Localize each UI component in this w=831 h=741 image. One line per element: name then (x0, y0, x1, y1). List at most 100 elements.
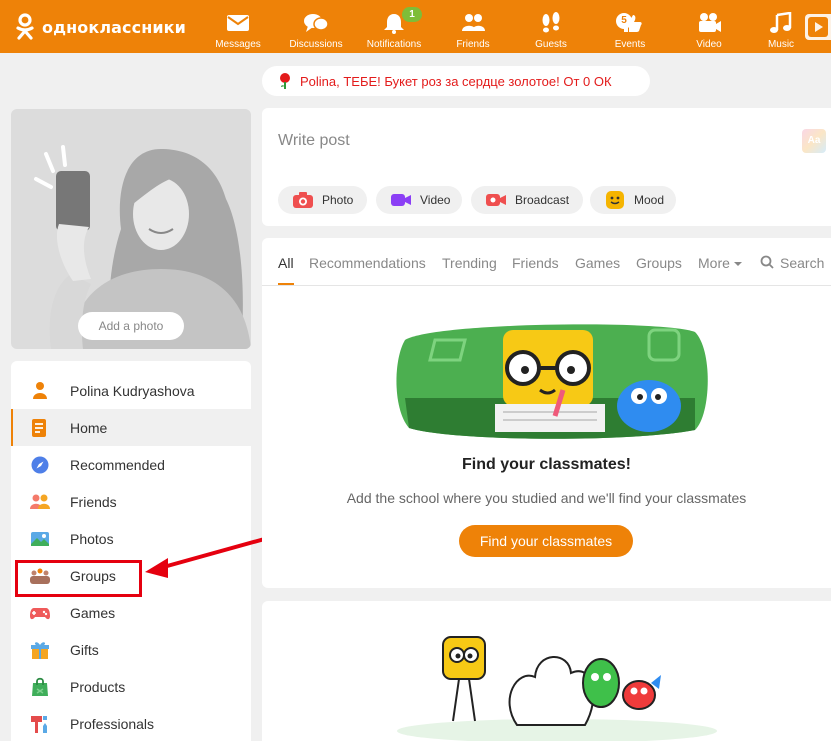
sidebar-item-label: Friends (70, 493, 117, 510)
sidebar-item-label: Products (70, 678, 126, 695)
nav-label: Friends (456, 39, 490, 50)
groups-highlight-box (15, 560, 142, 597)
nav-discussions[interactable]: Discussions (284, 0, 348, 53)
chat-bubbles-icon (304, 14, 329, 32)
compass-icon (31, 456, 49, 473)
promo-banner[interactable]: Polina, ТЕБЕ! Букет роз за сердце золото… (262, 66, 650, 96)
sidebar-item-recommended[interactable]: Recommended (11, 446, 251, 483)
sidebar-item-gifts[interactable]: Gifts (11, 631, 251, 668)
ok-logo-icon (16, 13, 34, 40)
nav-events[interactable]: Events 5 (598, 0, 662, 53)
camera-icon (293, 192, 313, 208)
mood-button[interactable]: Mood (590, 186, 676, 214)
notifications-badge: 1 (402, 7, 422, 22)
nav-messages[interactable]: Messages (206, 0, 270, 53)
feed-tabs: All Recommendations Trending Friends Gam… (262, 238, 831, 286)
gamepad-icon (30, 607, 50, 619)
sidebar-item-label: Games (70, 604, 116, 621)
tab-more[interactable]: More (698, 255, 743, 271)
sidebar-item-profile[interactable]: Polina Kudryashova (11, 372, 251, 409)
search-icon (760, 255, 774, 269)
rose-icon (280, 73, 290, 89)
photo-icon (31, 531, 49, 546)
top-navigation-bar: одноклассники Messages Discussions Notif… (0, 0, 831, 53)
broadcast-button[interactable]: Broadcast (471, 186, 583, 214)
logo-text: одноклассники (42, 17, 186, 37)
find-classmates-button[interactable]: Find your classmates (459, 525, 633, 557)
events-badge: 5 (616, 13, 632, 29)
active-tab-indicator (278, 283, 294, 285)
video-button[interactable]: Video (376, 186, 462, 214)
person-icon (33, 381, 47, 399)
play-icon (808, 17, 828, 37)
tab-groups[interactable]: Groups (636, 255, 682, 271)
sidebar-item-label: Home (70, 419, 108, 436)
tab-trending[interactable]: Trending (442, 255, 497, 271)
nav-label: Notifications (366, 39, 422, 50)
write-post-input[interactable]: Write post (278, 132, 350, 150)
shopping-bag-icon (32, 677, 48, 696)
nav-label: Messages (215, 39, 261, 50)
nav-friends[interactable]: Friends (441, 0, 505, 53)
sidebar-item-label: Recommended (70, 456, 165, 473)
mood-button-label: Mood (634, 193, 665, 207)
friends-icon (30, 494, 50, 509)
sidebar-item-products[interactable]: Products (11, 668, 251, 705)
sidebar-item-friends[interactable]: Friends (11, 483, 251, 520)
nav-guests[interactable]: Guests (519, 0, 583, 53)
tab-recommendations[interactable]: Recommendations (309, 255, 426, 271)
nav-music[interactable]: Music (749, 0, 813, 53)
smiley-icon (606, 191, 624, 209)
nav-label: Discussions (289, 39, 343, 50)
sidebar-item-games[interactable]: Games (11, 594, 251, 631)
video-button-label: Video (420, 193, 451, 207)
nav-label: Video (696, 39, 722, 50)
text-format-icon[interactable]: Aa (802, 129, 826, 153)
video-icon (391, 194, 411, 206)
promo-text: Polina, ТЕБЕ! Букет роз за сердце золото… (300, 73, 612, 89)
classmates-illustration (396, 324, 708, 439)
profile-photo-placeholder[interactable]: Add a photo (11, 109, 251, 349)
sidebar-item-photos[interactable]: Photos (11, 520, 251, 557)
tab-games[interactable]: Games (575, 255, 620, 271)
feed-icon (32, 418, 46, 437)
post-composer: Write post Aa Photo Video Broadcast Mood (262, 108, 831, 226)
sidebar-menu: Polina Kudryashova Home Recommended Frie… (11, 361, 251, 741)
find-classmates-title: Find your classmates! (462, 456, 631, 473)
music-note-icon (770, 12, 792, 33)
broadcast-button-label: Broadcast (515, 193, 570, 207)
tab-friends[interactable]: Friends (512, 255, 559, 271)
sidebar-item-professionals[interactable]: Professionals (11, 705, 251, 741)
tools-icon (31, 715, 47, 733)
tab-search-label: Search (780, 255, 825, 271)
nav-label: Events (614, 39, 646, 50)
sidebar-item-label: Gifts (70, 641, 99, 658)
photo-button[interactable]: Photo (278, 186, 367, 214)
nav-video[interactable]: Video (677, 0, 741, 53)
sidebar-item-label: Photos (70, 530, 114, 547)
nav-label: Guests (535, 39, 567, 50)
tab-search[interactable]: Search (760, 255, 824, 271)
people-icon (462, 14, 485, 31)
gift-icon (31, 641, 49, 659)
sidebar-item-label: Professionals (70, 715, 155, 732)
nav-label: Music (767, 39, 795, 50)
broadcast-icon (486, 194, 506, 206)
nav-notifications[interactable]: Notifications 1 (362, 0, 426, 53)
tab-more-label: More (698, 255, 730, 271)
add-photo-button[interactable]: Add a photo (78, 312, 184, 340)
tab-all[interactable]: All (278, 255, 294, 271)
sidebar-item-home[interactable]: Home (11, 409, 251, 446)
video-camera-icon (699, 13, 721, 32)
photo-button-label: Photo (322, 193, 354, 207)
find-classmates-subtitle: Add the school where you studied and we'… (346, 490, 747, 506)
feed-card: All Recommendations Trending Friends Gam… (262, 238, 831, 588)
envelope-icon (227, 15, 249, 31)
footprints-icon (542, 12, 560, 33)
ok-logo[interactable]: одноклассники (14, 13, 186, 41)
caret-down-icon (733, 262, 742, 266)
play-games-button[interactable] (805, 14, 831, 40)
sidebar-item-label: Polina Kudryashova (70, 382, 195, 399)
feed-card-second (262, 601, 831, 741)
characters-illustration (397, 636, 717, 741)
